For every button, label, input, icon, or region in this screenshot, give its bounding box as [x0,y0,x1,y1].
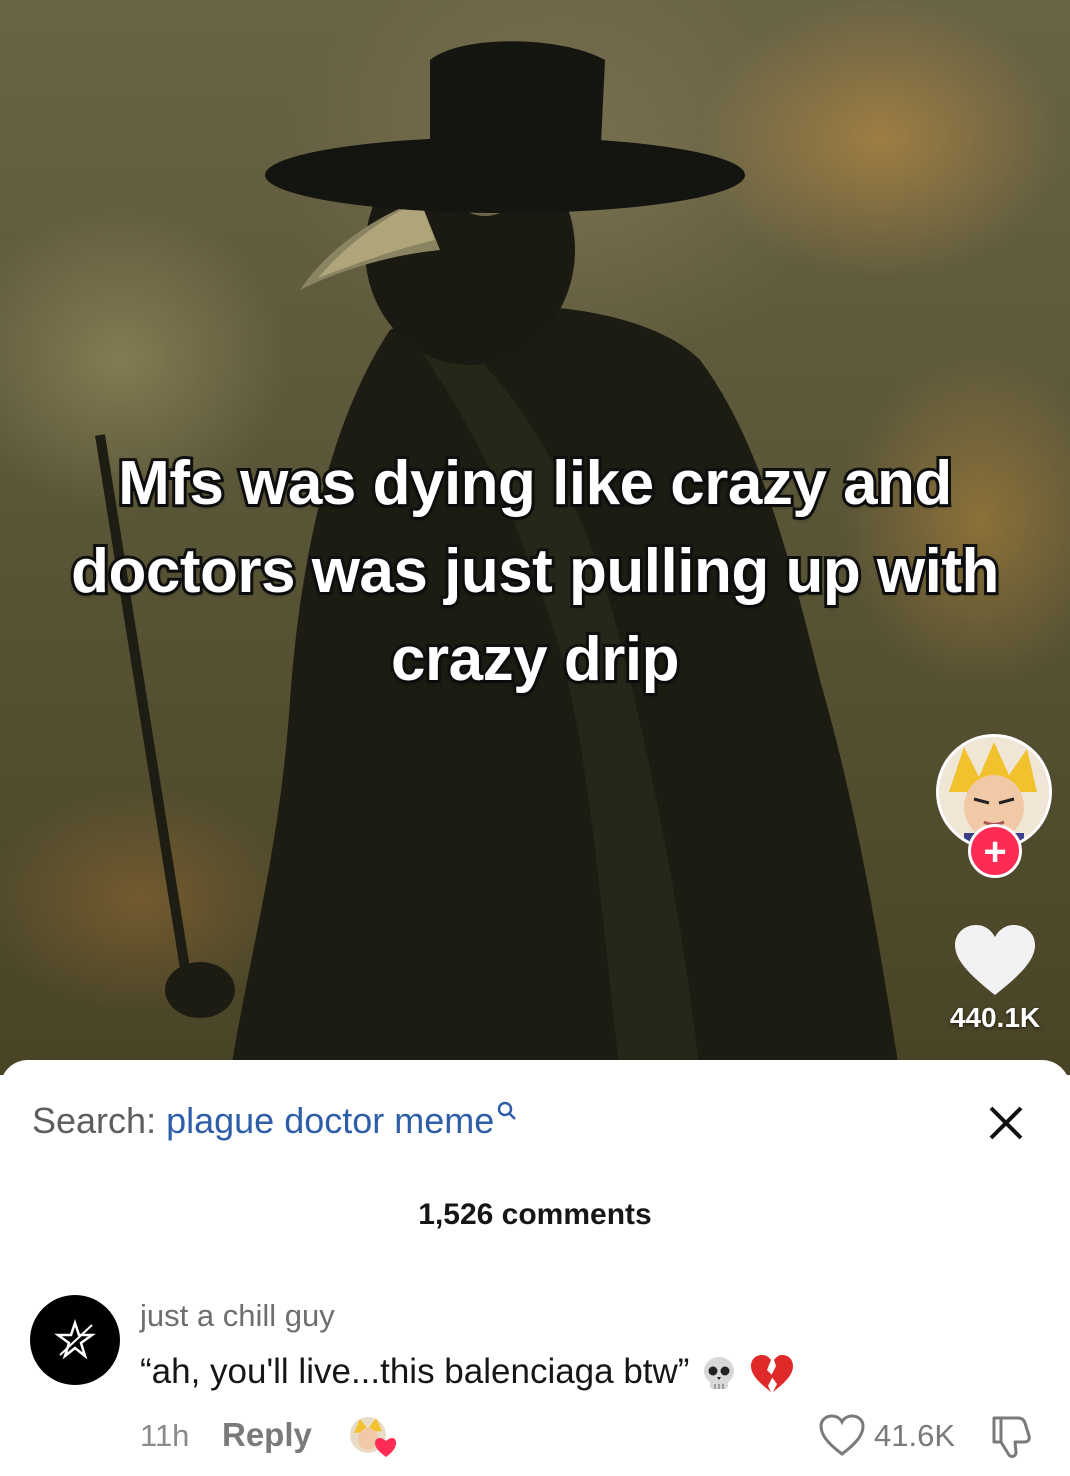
search-term-link[interactable]: plague doctor meme [166,1100,494,1141]
close-icon[interactable] [985,1102,1027,1144]
heart-icon[interactable] [955,925,1035,997]
dislike-icon[interactable] [988,1412,1034,1460]
comment-like-count: 41.6K [874,1418,956,1453]
video-caption: Mfs was dying like crazy and doctors was… [68,446,1002,697]
creator-liked-badge-icon [350,1417,396,1457]
search-prefix: Search: [32,1100,157,1141]
video-player[interactable]: Mfs was dying like crazy and doctors was… [0,0,1070,1075]
broken-heart-emoji [751,1354,794,1392]
comment-time: 11h [140,1418,190,1453]
comment-count: 1,526 comments [418,1198,652,1231]
skull-emoji [704,1356,735,1389]
comment-text: “ah, you'll live...this balenciaga btw” [140,1352,690,1391]
search-icon [498,1101,517,1120]
commenter-avatar[interactable] [30,1295,120,1385]
follow-button[interactable]: + [968,824,1022,878]
star-logo-icon [54,1319,96,1360]
video-like-count: 440.1K [949,1002,1041,1033]
reply-button[interactable]: Reply [222,1416,312,1454]
comment-text-row: “ah, you'll live...this balenciaga btw” [140,1352,794,1394]
heart-outline-icon[interactable] [818,1412,866,1460]
comment-username[interactable]: just a chill guy [140,1298,335,1334]
search-suggestion[interactable]: Search: plague doctor meme [32,1100,518,1142]
